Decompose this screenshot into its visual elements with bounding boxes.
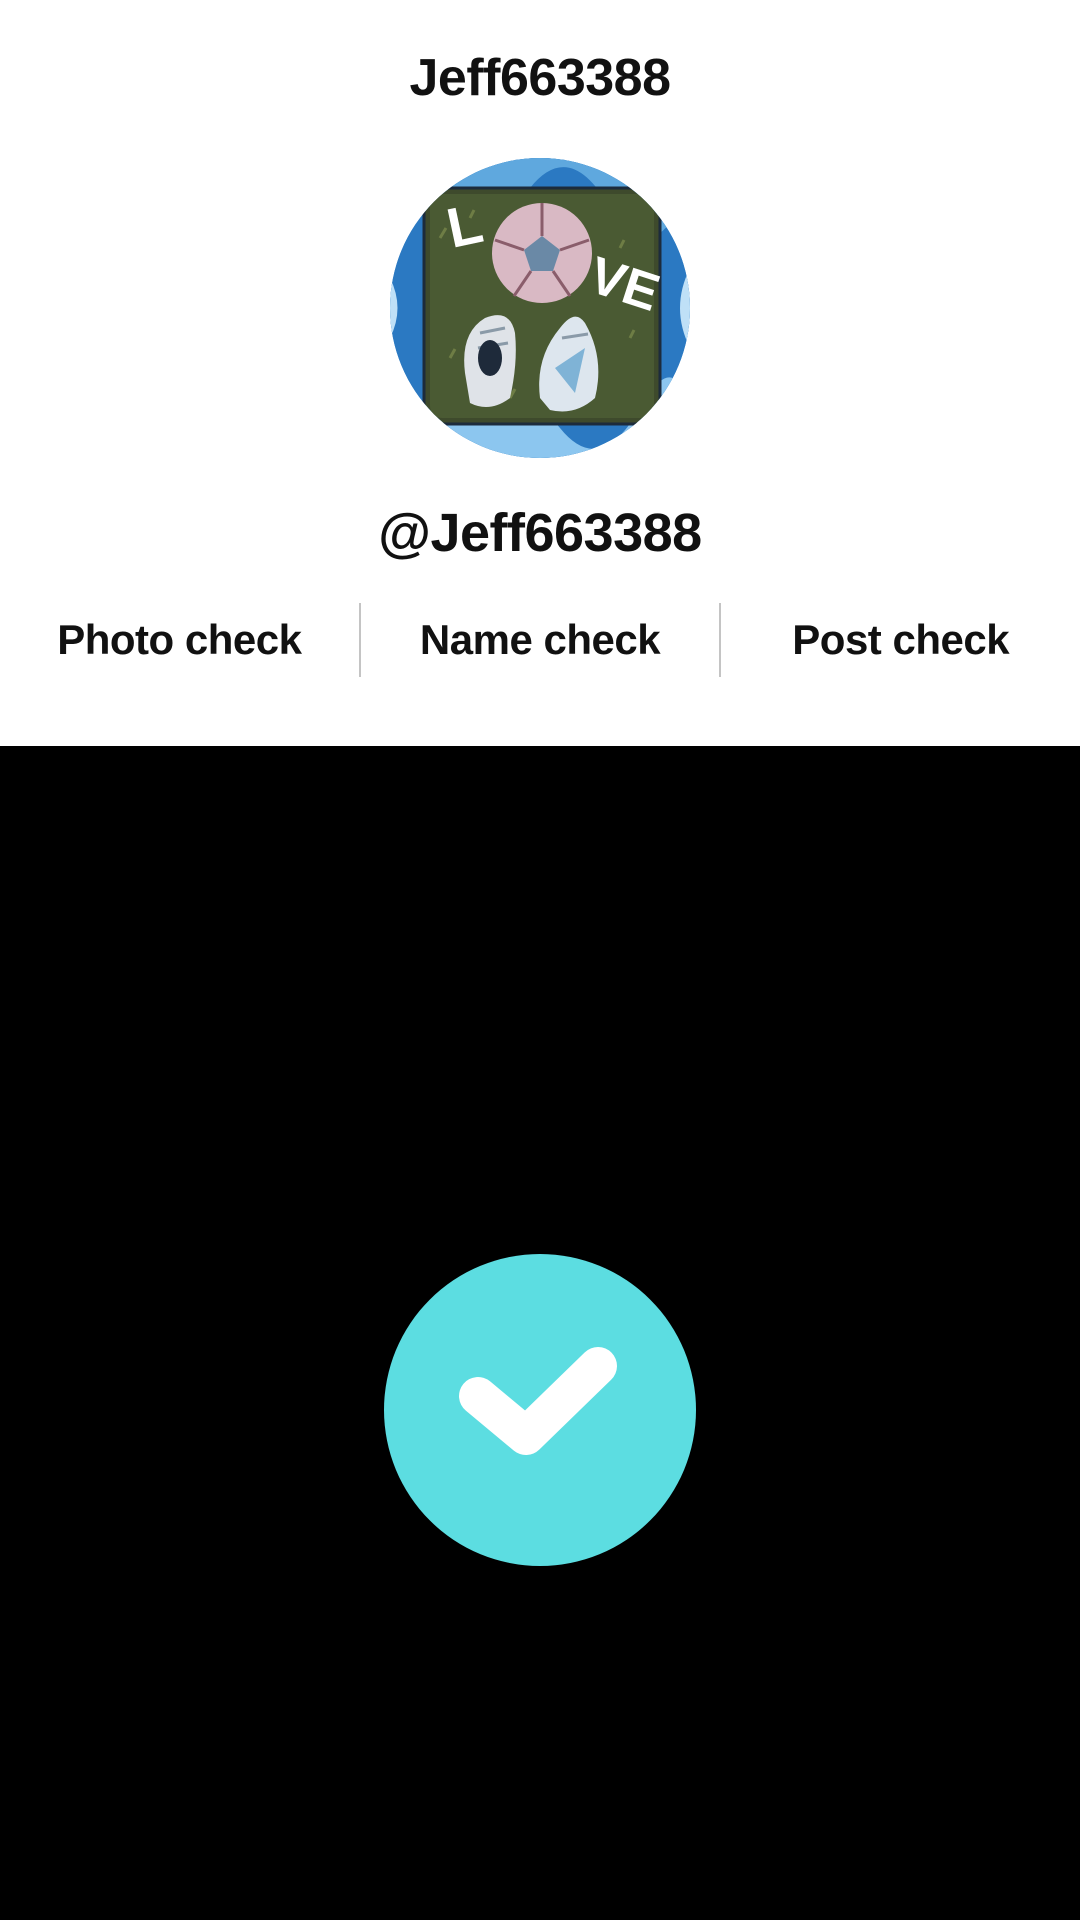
avatar-image: L VE [390, 158, 690, 458]
profile-section: Jeff663388 L VE @Jeff663388 Photo check … [0, 0, 1080, 746]
verified-badge [384, 1254, 696, 1566]
photo-check-tab[interactable]: Photo check [0, 600, 359, 680]
checkmark-icon [384, 1254, 696, 1566]
username: @Jeff663388 [378, 503, 702, 563]
check-tabs: Photo check Name check Post check [0, 600, 1080, 680]
name-check-tab[interactable]: Name check [361, 600, 720, 680]
post-check-tab[interactable]: Post check [721, 600, 1080, 680]
avatar[interactable]: L VE [390, 158, 690, 458]
display-name: Jeff663388 [409, 49, 672, 107]
